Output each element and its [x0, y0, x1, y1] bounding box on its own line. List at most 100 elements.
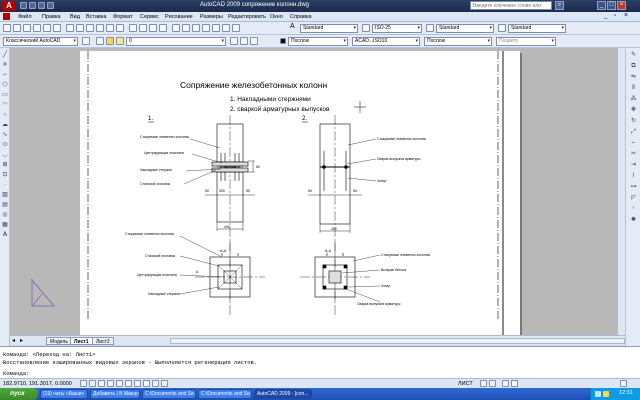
revcloud-icon[interactable]: ☁: [1, 121, 9, 129]
pan-icon[interactable]: [129, 24, 137, 32]
point-icon[interactable]: ·: [1, 181, 9, 189]
task-explorer-1[interactable]: C:\Documents and Se...: [142, 389, 196, 399]
start-button[interactable]: пуск: [0, 388, 38, 400]
document-icon[interactable]: [3, 13, 10, 20]
join-icon[interactable]: ⊶: [629, 183, 638, 192]
menu-modify[interactable]: Редактировать: [228, 14, 266, 20]
quickview-layouts-icon[interactable]: [480, 380, 487, 387]
layer-manager-icon[interactable]: [96, 37, 104, 45]
gradient-icon[interactable]: ▤: [1, 201, 9, 209]
arc-icon[interactable]: ◠: [1, 101, 9, 109]
horizontal-scrollbar[interactable]: [170, 338, 625, 344]
workspace-select[interactable]: Классический AutoCAD: [3, 37, 78, 46]
otrack-icon[interactable]: [125, 380, 132, 387]
menu-file[interactable]: Файл: [18, 14, 32, 20]
erase-icon[interactable]: ✎: [629, 51, 638, 60]
stretch-icon[interactable]: ⇔: [629, 139, 638, 148]
help-search-input[interactable]: Введите ключевое слово или фразу: [470, 1, 552, 17]
table-icon[interactable]: ▦: [1, 221, 9, 229]
zoom-status-icon[interactable]: [511, 380, 518, 387]
snap-icon[interactable]: [80, 380, 87, 387]
undo-icon[interactable]: [106, 24, 114, 32]
app-menu-button[interactable]: A: [2, 1, 16, 11]
ellipse-icon[interactable]: ⬭: [1, 141, 9, 149]
volume-icon[interactable]: [595, 391, 601, 397]
preview-icon[interactable]: [43, 24, 51, 32]
dyn-icon[interactable]: [143, 380, 150, 387]
properties-icon[interactable]: [172, 24, 180, 32]
qat-undo-icon[interactable]: [47, 2, 54, 9]
fillet-icon[interactable]: ◜: [629, 205, 638, 214]
open-icon[interactable]: [13, 24, 21, 32]
polygon-icon[interactable]: ⬠: [1, 81, 9, 89]
minimize-button[interactable]: _: [597, 1, 606, 10]
tab-layout1[interactable]: Лист1: [70, 337, 93, 345]
tab-nav-prev-icon[interactable]: ◂: [12, 337, 15, 344]
rotate-icon[interactable]: ↻: [629, 117, 638, 126]
doc-close-button[interactable]: ×: [624, 12, 628, 19]
menu-view[interactable]: Вид: [70, 14, 80, 20]
lightbulb-icon[interactable]: [106, 37, 114, 45]
ellipse-arc-icon[interactable]: ◡: [1, 151, 9, 159]
menu-tools[interactable]: Сервис: [140, 14, 159, 20]
menu-window[interactable]: Окно: [270, 14, 283, 20]
make-current-icon[interactable]: [230, 37, 238, 45]
sheet-set-icon[interactable]: [202, 24, 210, 32]
lwt-icon[interactable]: [152, 380, 159, 387]
copy-object-icon[interactable]: ⧉: [629, 62, 638, 71]
table-style-select[interactable]: Standard: [436, 24, 494, 33]
redo-icon[interactable]: [116, 24, 124, 32]
menu-edit[interactable]: Правка: [42, 14, 61, 20]
linetype-select[interactable]: ACAD...ISO10: [352, 37, 420, 46]
hatch-icon[interactable]: ▨: [1, 191, 9, 199]
pan-status-icon[interactable]: [502, 380, 509, 387]
tab-model[interactable]: Модель: [46, 337, 72, 345]
markup-icon[interactable]: [212, 24, 220, 32]
layer-previous-icon[interactable]: [240, 37, 248, 45]
explode-icon[interactable]: ✺: [629, 216, 638, 225]
polyline-icon[interactable]: ⌐: [1, 71, 9, 79]
quickview-drawings-icon[interactable]: [489, 380, 496, 387]
osnap-icon[interactable]: [116, 380, 123, 387]
workspace-settings-icon[interactable]: [82, 37, 90, 45]
menu-draw[interactable]: Рисование: [165, 14, 193, 20]
task-autocad[interactable]: AutoCAD 2009 - [con...: [254, 389, 312, 399]
design-center-icon[interactable]: [182, 24, 190, 32]
array-icon[interactable]: ⁂: [629, 95, 638, 104]
command-window[interactable]: Команда: <Переход на: Лист1> Восстановле…: [0, 346, 640, 378]
qp-icon[interactable]: [161, 380, 168, 387]
search-icon[interactable]: ⌕: [555, 1, 564, 10]
ortho-icon[interactable]: [98, 380, 105, 387]
tray-settings-icon[interactable]: [620, 380, 627, 387]
doc-minimize-button[interactable]: _: [604, 13, 607, 19]
menu-insert[interactable]: Вставка: [86, 14, 106, 20]
plotstyle-select[interactable]: Поцвету: [496, 37, 556, 46]
layer-state-icon[interactable]: [250, 37, 258, 45]
task-add[interactable]: Добавить | В Мишу»...: [90, 389, 140, 399]
lineweight-select[interactable]: Послою: [424, 37, 492, 46]
extend-icon[interactable]: ⇥: [629, 161, 638, 170]
menu-format[interactable]: Формат: [113, 14, 133, 20]
insert-block-icon[interactable]: ⊞: [1, 161, 9, 169]
rectangle-icon[interactable]: ▭: [1, 91, 9, 99]
sun-icon[interactable]: [116, 37, 124, 45]
paste-icon[interactable]: [86, 24, 94, 32]
menu-help[interactable]: Справка: [290, 14, 312, 20]
make-block-icon[interactable]: ⊡: [1, 171, 9, 179]
qat-new-icon[interactable]: [20, 2, 27, 9]
doc-restore-button[interactable]: ▫: [614, 13, 616, 19]
match-icon[interactable]: [96, 24, 104, 32]
construction-line-icon[interactable]: ✕: [1, 61, 9, 69]
vertical-scrollbar[interactable]: [617, 48, 625, 335]
scale-icon[interactable]: ⤢: [629, 128, 638, 137]
command-prompt[interactable]: Команда:: [3, 370, 29, 377]
tool-palettes-icon[interactable]: [192, 24, 200, 32]
space-toggle[interactable]: ЛИСТ: [458, 381, 473, 387]
dim-style-select[interactable]: ISO-25: [372, 24, 422, 33]
quickcalc-icon[interactable]: [222, 24, 230, 32]
copy-icon[interactable]: [76, 24, 84, 32]
network-icon[interactable]: [603, 391, 609, 397]
move-icon[interactable]: ✥: [629, 106, 638, 115]
save-icon[interactable]: [23, 24, 31, 32]
zoom-window-icon[interactable]: [149, 24, 157, 32]
